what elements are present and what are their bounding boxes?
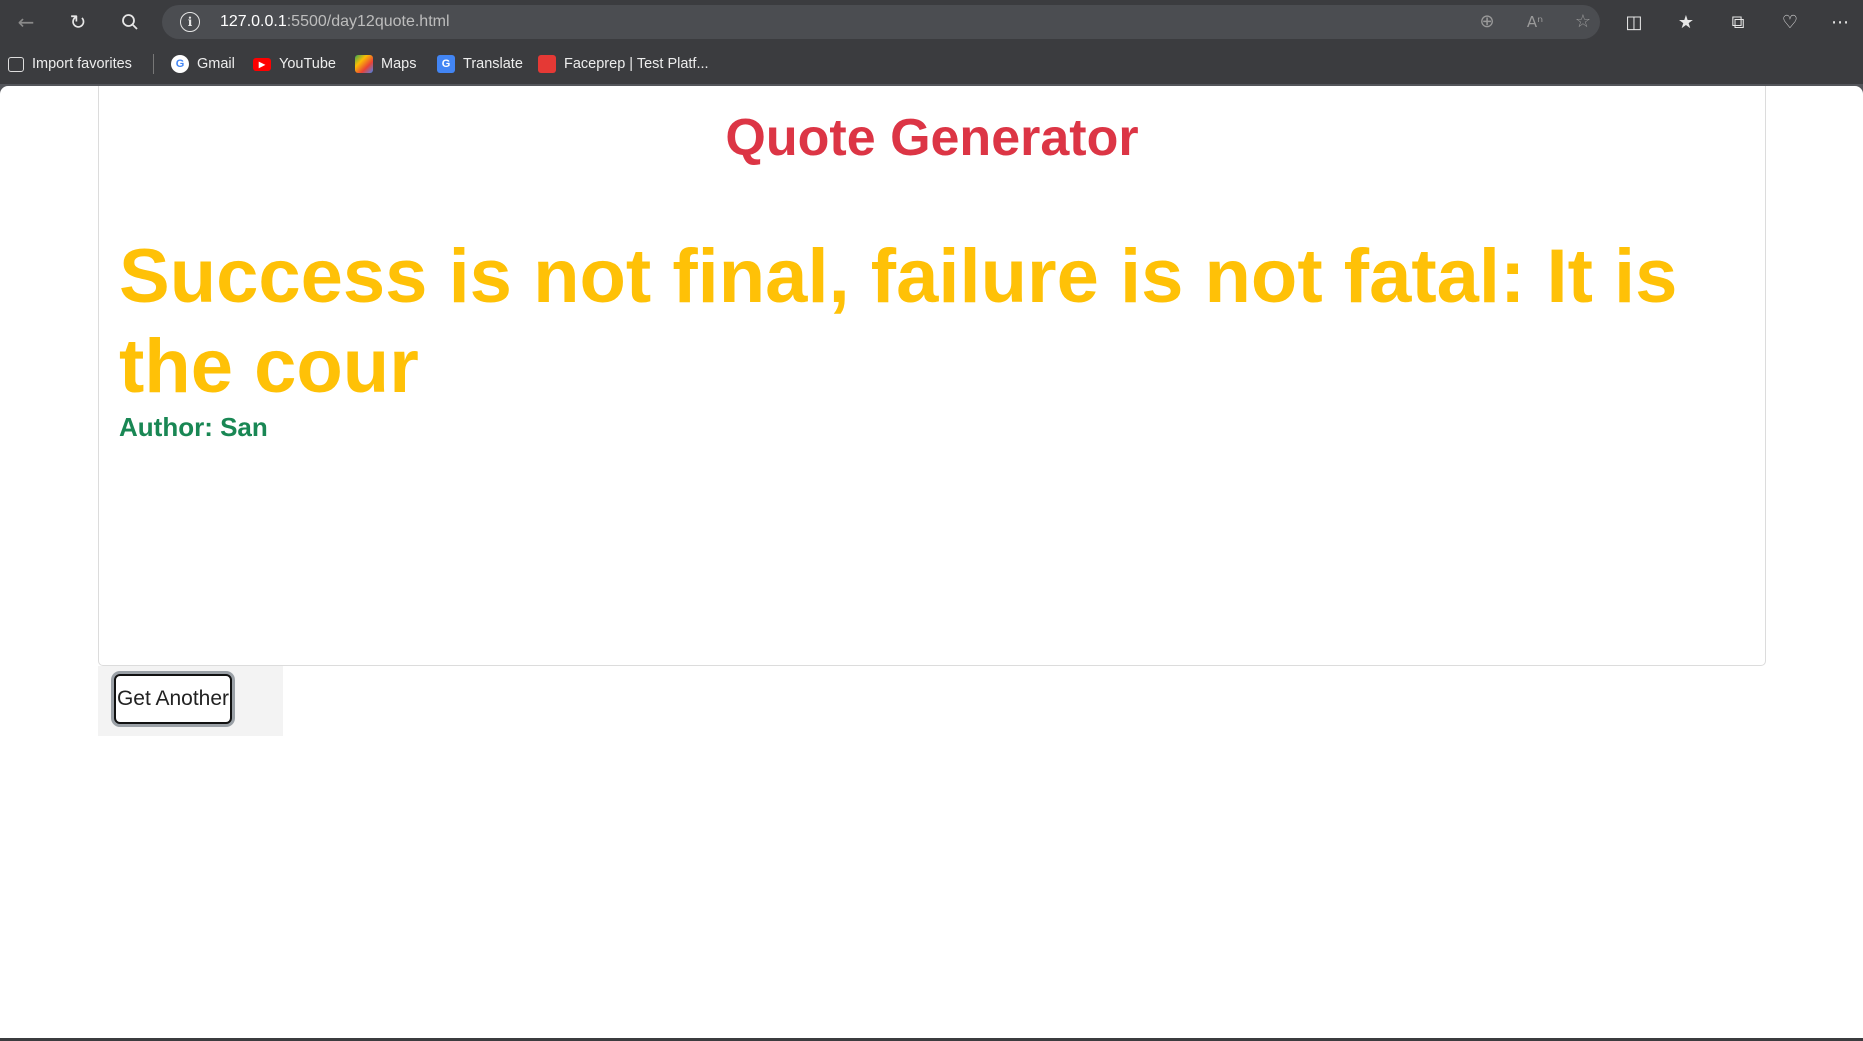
read-aloud-icon[interactable]: Aⁿ (1522, 9, 1548, 35)
favorite-import[interactable]: Import favorites (8, 53, 132, 75)
collections-icon[interactable]: ⧉ (1724, 8, 1752, 36)
quote-card: Quote Generator Success is not final, fa… (98, 86, 1766, 666)
search-icon[interactable] (116, 8, 144, 36)
favorites-bar: Import favorites G Gmail ▶ YouTube Maps … (0, 44, 1863, 84)
quote-author: Author: San (119, 412, 268, 442)
page-viewport: Quote Generator Success is not final, fa… (0, 86, 1863, 1038)
favorite-youtube[interactable]: ▶ YouTube (253, 53, 336, 75)
site-info-icon[interactable]: i (180, 12, 200, 32)
google-icon: G (171, 55, 189, 73)
favorites-icon[interactable]: ★ (1672, 8, 1700, 36)
get-another-button[interactable]: Get Another (114, 674, 232, 724)
faceprep-icon (538, 55, 556, 73)
url-host: 127.0.0.1 (220, 13, 287, 30)
back-icon[interactable]: ← (12, 8, 40, 36)
split-screen-icon[interactable]: ◫ (1620, 8, 1648, 36)
quote-text: Success is not final, failure is not fat… (119, 234, 1678, 409)
button-container: Get Another (98, 666, 283, 736)
maps-icon (355, 55, 373, 73)
favorite-faceprep[interactable]: Faceprep | Test Platf... (538, 53, 709, 75)
zoom-icon[interactable]: ⊕ (1474, 9, 1500, 35)
url-text[interactable]: 127.0.0.1:5500/day12quote.html (220, 13, 450, 31)
more-menu-icon[interactable]: ⋯ (1826, 8, 1854, 36)
youtube-icon: ▶ (253, 57, 271, 71)
favorite-maps[interactable]: Maps (355, 53, 416, 75)
browser-essentials-icon[interactable]: ♡ (1776, 8, 1804, 36)
favorite-label: Maps (381, 56, 417, 72)
favorite-gmail[interactable]: G Gmail (171, 53, 235, 75)
favorite-label: Gmail (197, 56, 235, 72)
favorites-divider (153, 54, 154, 74)
favorite-label: Translate (463, 56, 523, 72)
page-title: Quote Generator (725, 109, 1139, 167)
favorite-translate[interactable]: G Translate (437, 53, 523, 75)
translate-icon: G (437, 55, 455, 73)
favorite-star-icon[interactable]: ☆ (1570, 9, 1596, 35)
favorite-label: Import favorites (32, 56, 132, 72)
browser-toolbar: ← ↻ i 127.0.0.1:5500/day12quote.html ⊕ A… (0, 0, 1863, 44)
address-bar[interactable]: i 127.0.0.1:5500/day12quote.html ⊕ Aⁿ ☆ (162, 5, 1600, 39)
favorite-label: YouTube (279, 56, 336, 72)
url-path: :5500/day12quote.html (286, 13, 450, 30)
favorite-label: Faceprep | Test Platf... (564, 56, 709, 72)
refresh-icon[interactable]: ↻ (64, 8, 92, 36)
import-icon (8, 56, 24, 72)
